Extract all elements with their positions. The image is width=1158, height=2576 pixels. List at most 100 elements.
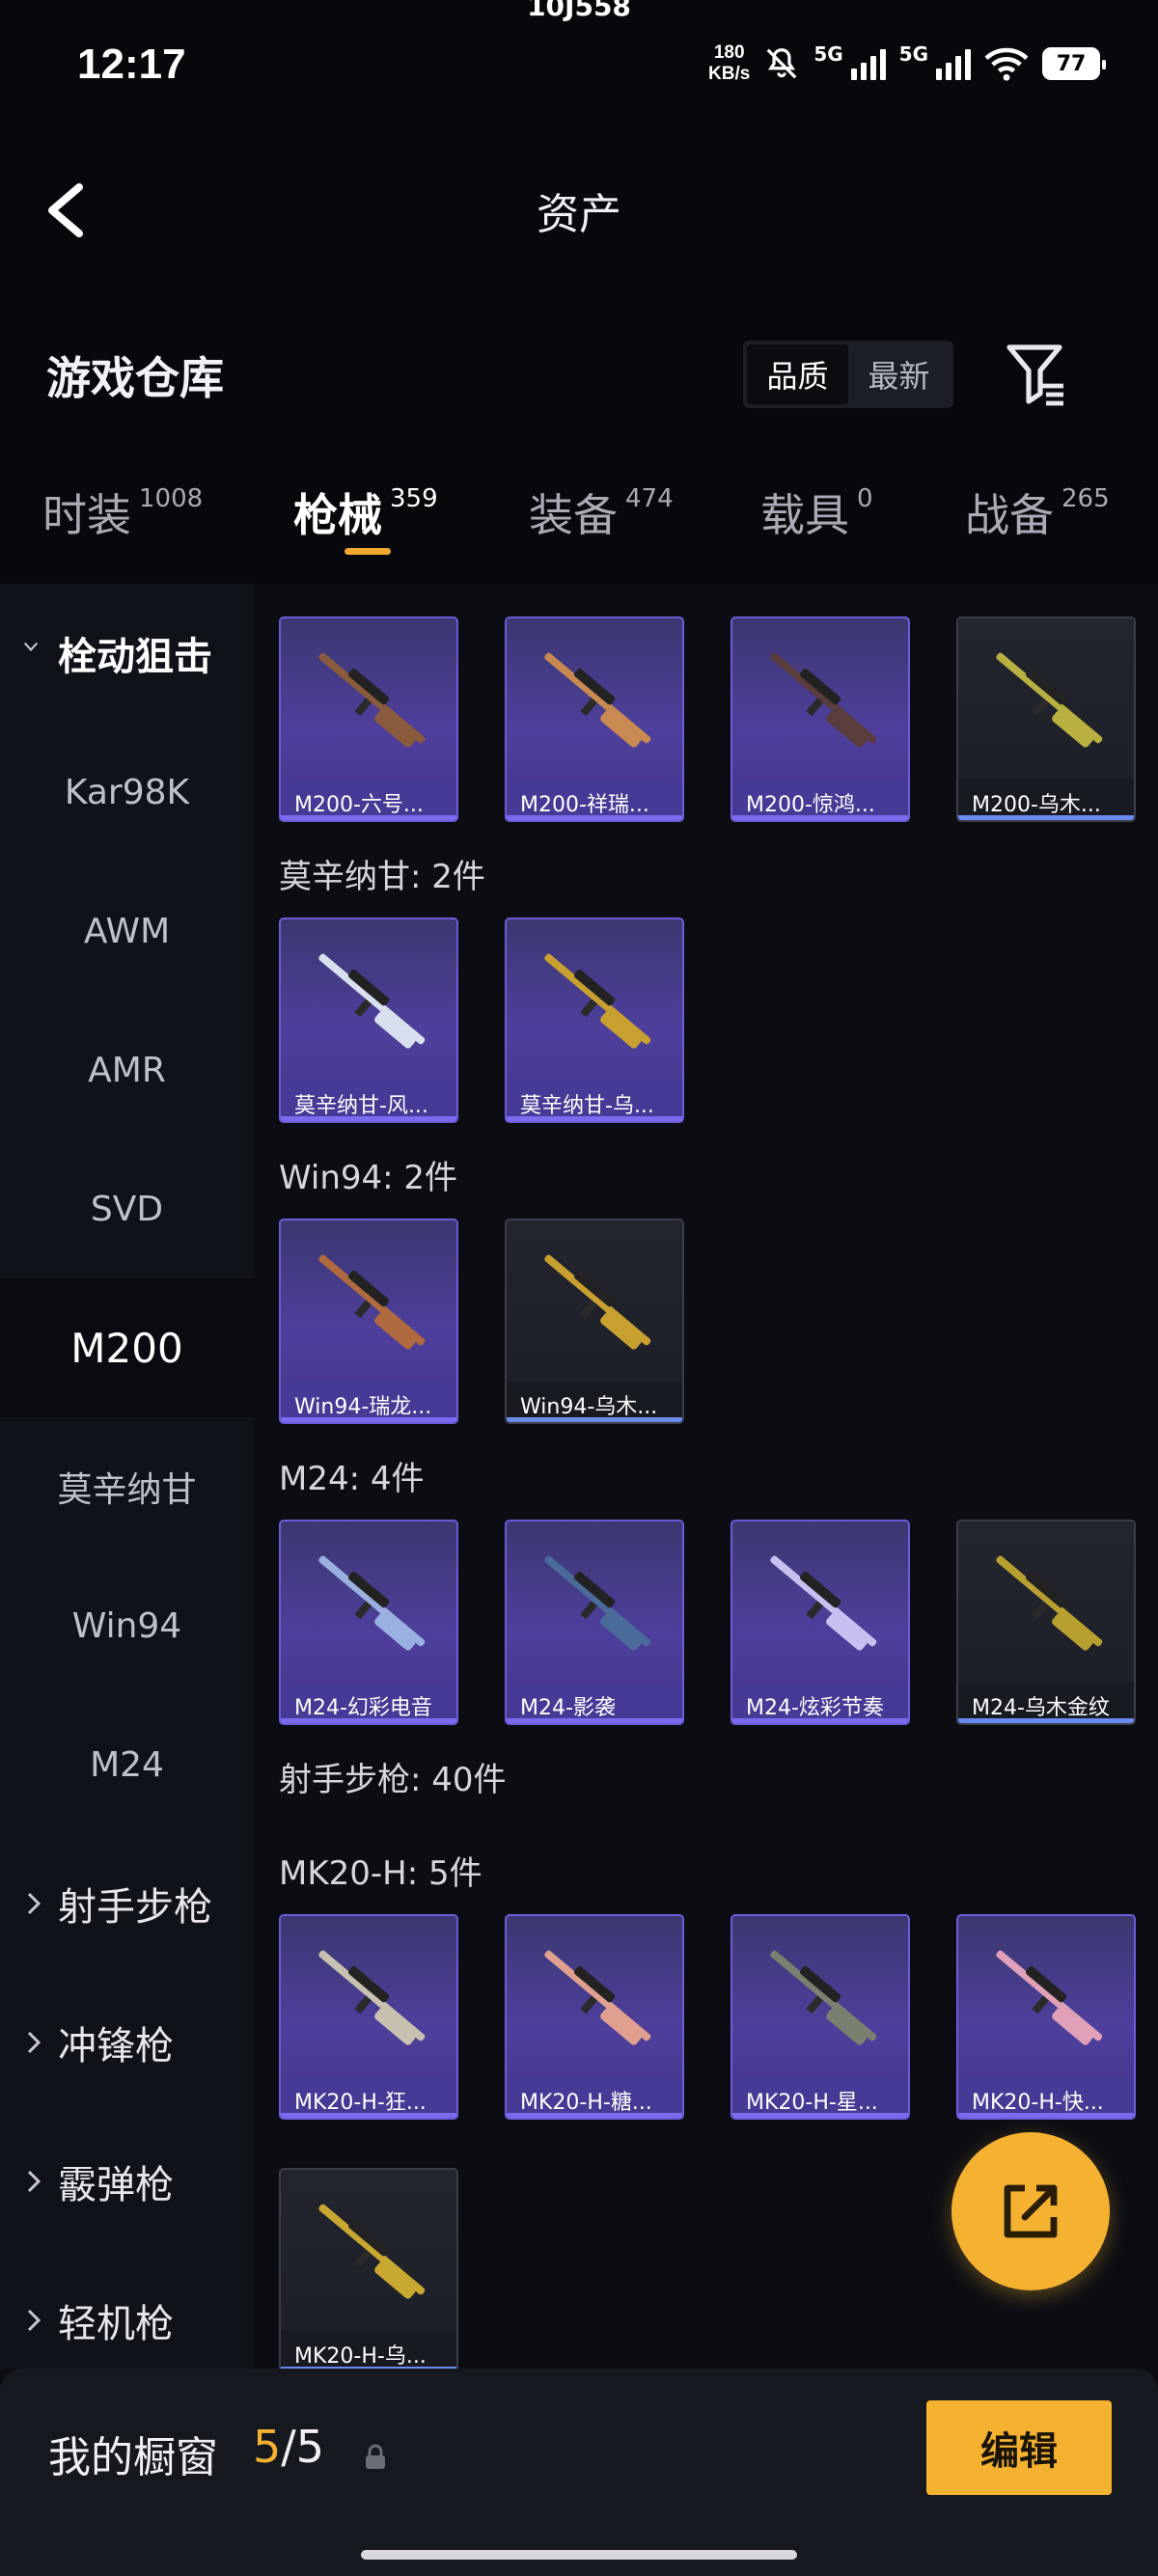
chevron-right-icon [27, 2170, 41, 2193]
sidebar-item-amr[interactable]: AMR [0, 1000, 254, 1139]
item-card[interactable]: Win94-乌木... [505, 1219, 684, 1424]
status-time: 12:17 [77, 41, 186, 88]
rifle-icon [996, 1950, 1103, 2045]
sort-newest-button[interactable]: 最新 [848, 344, 950, 404]
item-card[interactable]: M200-祥瑞... [505, 617, 684, 822]
sort-toggle: 品质 最新 [743, 341, 953, 408]
item-name: M200-惊鸿... [732, 780, 908, 820]
rifle-icon [544, 1254, 651, 1350]
item-name: 莫辛纳甘-乌... [507, 1081, 682, 1121]
item-card[interactable]: MK20-H-乌... [279, 2168, 458, 2373]
rarity-bar [281, 1417, 456, 1422]
rifle-icon [770, 1555, 877, 1651]
chevron-right-icon [27, 1892, 41, 1915]
rarity-bar [507, 2113, 682, 2118]
chevron-right-icon [27, 2031, 41, 2054]
sidebar-item-win94[interactable]: Win94 [0, 1556, 254, 1695]
sidebar-item-m24[interactable]: M24 [0, 1695, 254, 1834]
bell-muted-icon [766, 48, 797, 79]
group-label: M24: 4件 [279, 1460, 425, 1498]
rarity-bar [281, 1116, 456, 1121]
rifle-icon [770, 652, 877, 748]
item-card[interactable]: M24-炫彩节奏 [731, 1520, 910, 1725]
group-label: 射手步枪: 40件 [279, 1761, 507, 1799]
item-name: M24-乌木金纹 [958, 1683, 1134, 1723]
sim2-type: 5G [898, 42, 928, 66]
edit-button[interactable]: 编辑 [926, 2400, 1112, 2495]
rifle-icon [318, 2204, 426, 2299]
tab-guns[interactable]: 枪械 359 [293, 480, 438, 544]
sidebar-item-marksman[interactable]: 射手步枪 [0, 1834, 254, 1973]
item-card[interactable]: 莫辛纳甘-乌... [505, 918, 684, 1123]
rarity-bar [281, 1718, 456, 1723]
item-name: Win94-乌木... [507, 1382, 682, 1422]
chevron-down-icon [23, 642, 39, 652]
section-bar: 游戏仓库 品质 最新 [0, 289, 1158, 453]
item-card[interactable]: MK20-H-快... [956, 1914, 1136, 2120]
status-bar: 10J558 12:17 180 KB/s 5G 5G 77 [0, 0, 1158, 125]
rarity-bar [507, 1116, 682, 1121]
group-label: MK20-H: 5件 [279, 1854, 482, 1893]
sidebar-item-bolt-action[interactable]: 栓动狙击 [0, 584, 254, 723]
item-name: M200-乌木... [958, 780, 1134, 820]
category-tabs: 时装 1008 枪械 359 装备 474 载具 0 战备 265 [0, 453, 1158, 584]
sort-quality-button[interactable]: 品质 [747, 344, 848, 404]
app-header: 资产 [0, 125, 1158, 289]
share-button[interactable] [951, 2132, 1110, 2290]
sidebar-item-awm[interactable]: AWM [0, 862, 254, 1000]
item-card[interactable]: 莫辛纳甘-风... [279, 918, 458, 1123]
tab-equipment[interactable]: 装备 474 [529, 480, 674, 544]
rarity-bar [958, 2113, 1134, 2118]
sim1-type: 5G [813, 42, 843, 66]
item-name: 莫辛纳甘-风... [281, 1081, 456, 1121]
sidebar-item-svd[interactable]: SVD [0, 1139, 254, 1278]
tab-fashion[interactable]: 时装 1008 [42, 480, 203, 544]
rifle-icon [544, 652, 651, 748]
rarity-bar [732, 1718, 908, 1723]
sidebar-item-kar98k[interactable]: Kar98K [0, 723, 254, 862]
item-card[interactable]: M200-乌木... [956, 617, 1136, 822]
item-name: M24-影袭 [507, 1683, 682, 1723]
sidebar-item-mosin[interactable]: 莫辛纳甘 [0, 1417, 254, 1556]
share-icon [1004, 2184, 1058, 2238]
item-card[interactable]: M24-乌木金纹 [956, 1520, 1136, 1725]
tab-supplies[interactable]: 战备 265 [965, 480, 1110, 544]
rifle-icon [318, 1555, 426, 1651]
home-indicator [361, 2550, 797, 2560]
rifle-icon [318, 652, 426, 748]
rarity-bar [958, 1718, 1134, 1723]
wifi-icon [984, 47, 1029, 81]
item-card[interactable]: MK20-H-星... [731, 1914, 910, 2120]
item-name: M24-炫彩节奏 [732, 1683, 908, 1723]
sidebar-item-shotgun[interactable]: 霰弹枪 [0, 2112, 254, 2251]
item-name: MK20-H-狂... [281, 2077, 456, 2118]
battery-icon: 77 [1042, 47, 1106, 80]
item-card[interactable]: M200-惊鸿... [731, 617, 910, 822]
item-card[interactable]: MK20-H-糖... [505, 1914, 684, 2120]
rarity-bar [281, 815, 456, 820]
rarity-bar [732, 2113, 908, 2118]
tab-vehicles[interactable]: 载具 0 [760, 480, 873, 544]
rarity-bar [958, 815, 1134, 820]
item-card[interactable]: MK20-H-狂... [279, 1914, 458, 2120]
filter-icon[interactable] [1004, 340, 1067, 407]
item-card[interactable]: M200-六号... [279, 617, 458, 822]
active-tab-indicator [345, 548, 391, 555]
rifle-icon [996, 652, 1103, 748]
item-name: M200-六号... [281, 780, 456, 820]
status-icons: 180 KB/s 5G 5G 77 [708, 42, 1106, 85]
item-card[interactable]: Win94-瑞龙... [279, 1219, 458, 1424]
rifle-icon [318, 953, 426, 1049]
rarity-bar [507, 815, 682, 820]
rifle-icon [318, 1950, 426, 2045]
chevron-right-icon [27, 2309, 41, 2332]
sidebar-item-smg[interactable]: 冲锋枪 [0, 1973, 254, 2112]
rarity-bar [507, 1718, 682, 1723]
sidebar-item-m200[interactable]: M200 [0, 1278, 254, 1417]
showcase-bar: 我的橱窗 5/5 编辑 [0, 2369, 1158, 2576]
item-card[interactable]: M24-影袭 [505, 1520, 684, 1725]
rifle-icon [770, 1950, 877, 2045]
item-name: MK20-H-星... [732, 2077, 908, 2118]
item-card[interactable]: M24-幻彩电音 [279, 1520, 458, 1725]
item-name: MK20-H-糖... [507, 2077, 682, 2118]
